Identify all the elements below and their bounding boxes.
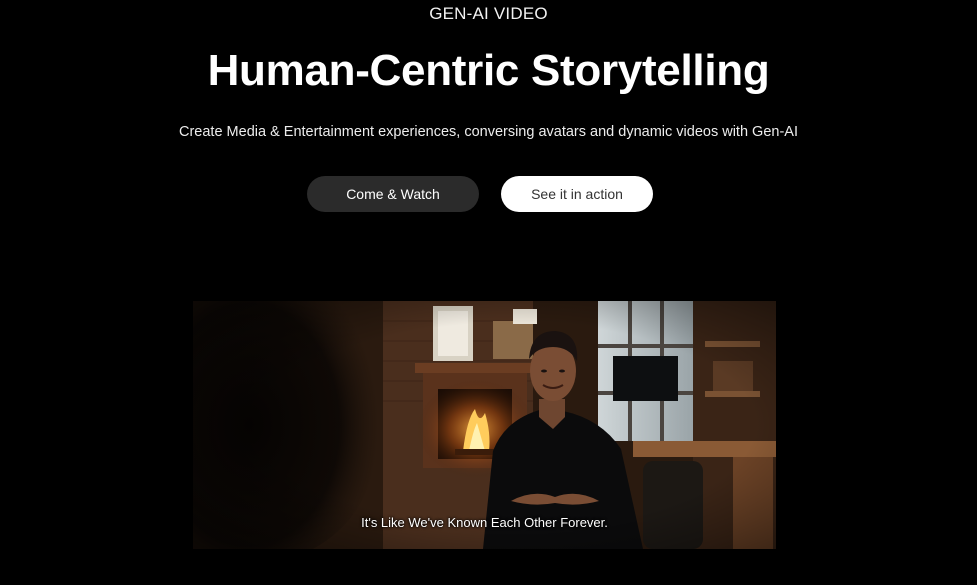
video-player[interactable]: It's Like We've Known Each Other Forever…: [193, 301, 776, 549]
video-frame-scene: [193, 301, 776, 549]
see-it-in-action-button[interactable]: See it in action: [501, 176, 653, 212]
eyebrow-label: GEN-AI VIDEO: [429, 4, 548, 23]
page-title: Human-Centric Storytelling: [207, 46, 770, 95]
video-caption: It's Like We've Known Each Other Forever…: [361, 515, 608, 530]
hero-subtitle: Create Media & Entertainment experiences…: [179, 124, 798, 140]
come-and-watch-button[interactable]: Come & Watch: [307, 176, 479, 212]
